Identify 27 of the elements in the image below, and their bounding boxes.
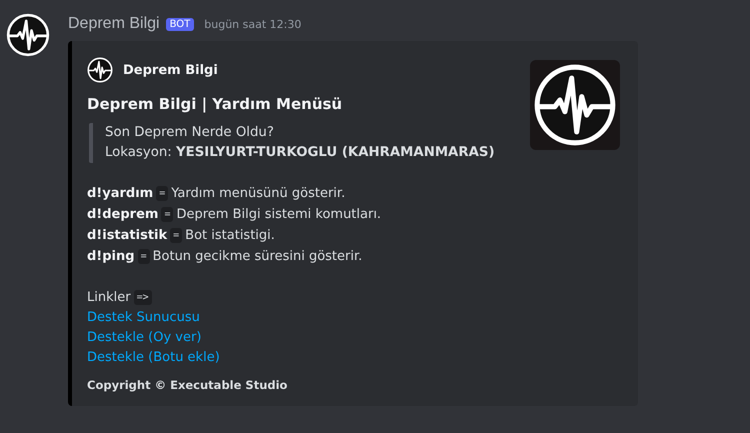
embed-title: Deprem Bilgi | Yardım Menüsü (87, 95, 344, 113)
bot-badge: BOT (166, 18, 194, 30)
inline-code: = (156, 186, 168, 201)
author-name[interactable]: Deprem Bilgi (68, 15, 160, 33)
quote-line: Lokasyon: YESILYURT-TURKOGLU (KAHRAMANMARAS) (105, 144, 495, 162)
command-description: Deprem Bilgi sistemi komutları. (176, 207, 382, 222)
command-name: d!deprem (87, 207, 158, 222)
link[interactable]: Destekle (Oy ver) (87, 328, 202, 348)
inline-code: = (170, 228, 182, 243)
link[interactable]: Destekle (Botu ekle) (87, 348, 220, 368)
command-name: d!yardım (87, 186, 154, 201)
embed-author: Deprem Bilgi (123, 62, 218, 78)
inline-code: = (161, 207, 174, 222)
inline-code: => (134, 290, 152, 305)
quote-line: Son Deprem Nerde Oldu? (105, 124, 275, 142)
links-label: Linkler (87, 290, 131, 305)
embed-footer: Copyright © Executable Studio (87, 378, 495, 392)
inline-code: = (138, 249, 150, 264)
embed-author-icon (87, 57, 113, 83)
timestamp: bugün saat 12:30 (204, 18, 302, 30)
link[interactable]: Destek Sunucusu (87, 308, 200, 328)
command-name: d!ping (87, 249, 135, 264)
avatar-icon (6, 13, 50, 57)
command-description: Yardım menüsünü gösterir. (171, 186, 346, 201)
command-description: Botun gecikme süresini gösterir. (152, 249, 362, 264)
command-description: Bot istatistigi. (185, 228, 275, 243)
command-name: d!istatistik (87, 228, 168, 243)
